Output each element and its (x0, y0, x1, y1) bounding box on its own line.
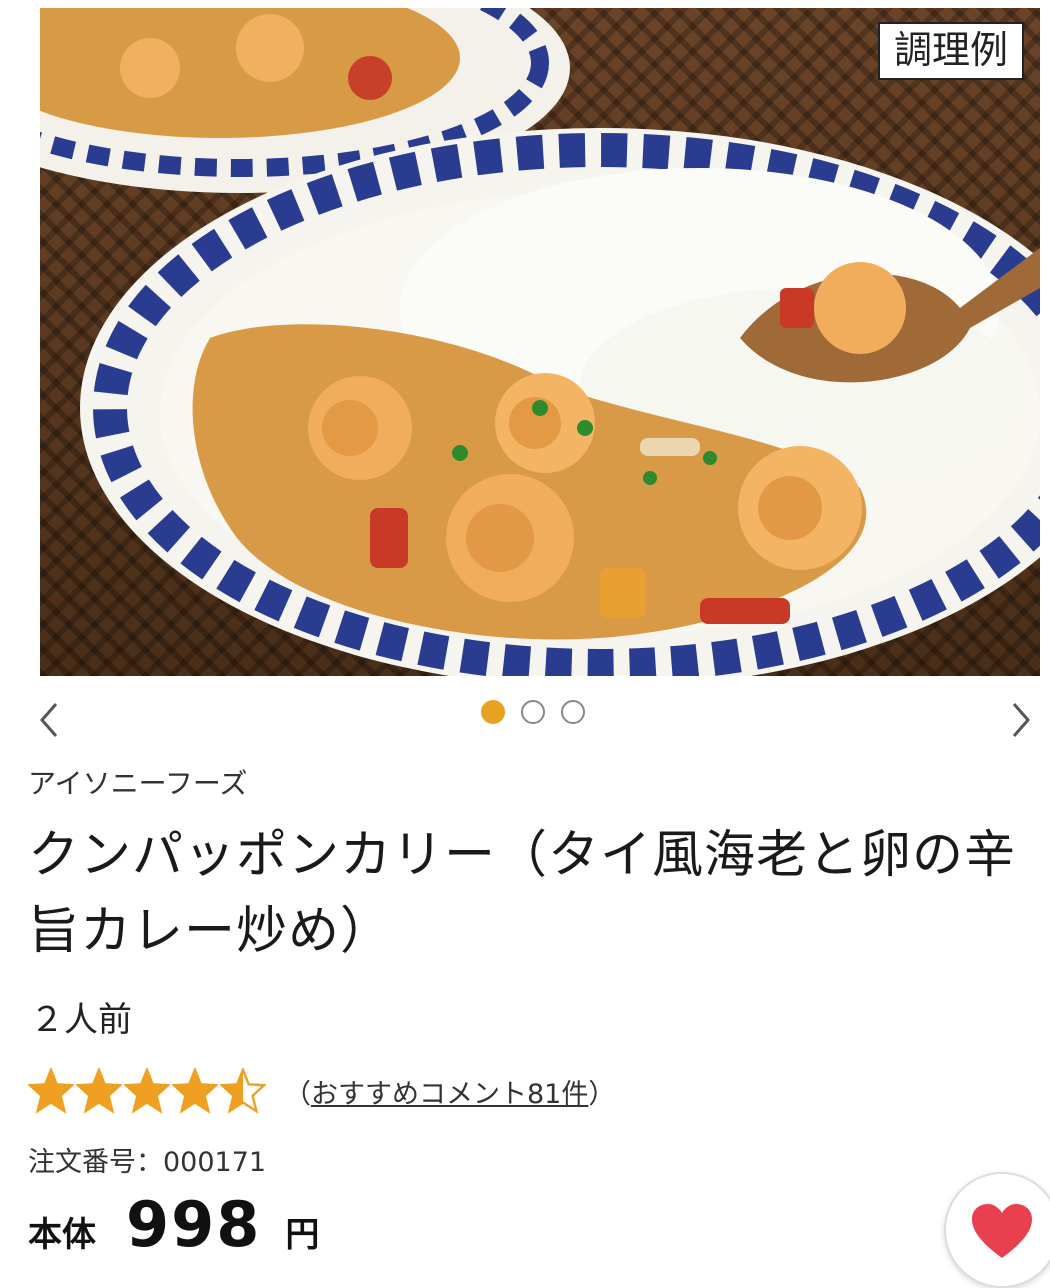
chevron-left-icon (40, 703, 58, 737)
next-image-button[interactable] (1000, 700, 1040, 740)
star-icon (124, 1068, 170, 1114)
chevron-right-icon (1012, 703, 1030, 737)
review-close-paren: ） (588, 1078, 616, 1110)
price-value: 998 (126, 1188, 262, 1261)
star-icon (172, 1068, 218, 1114)
rating-stars (28, 1068, 266, 1114)
carousel-dot-1[interactable] (481, 700, 505, 724)
curry-photo (40, 8, 1040, 676)
maker-name: アイソニーフーズ (28, 767, 248, 800)
product-image[interactable]: 調理例 (40, 8, 1040, 676)
star-icon (220, 1068, 266, 1114)
price-label: 本体 (28, 1215, 96, 1255)
previous-image-button[interactable] (30, 700, 70, 740)
rating: （おすすめコメント81件） (28, 1068, 615, 1114)
review-count: （おすすめコメント81件） (284, 1072, 615, 1111)
order-number: 注文番号：000171 (28, 1147, 267, 1178)
heart-icon (972, 1204, 1032, 1258)
carousel-dot-3[interactable] (561, 700, 585, 724)
product-title: クンパッポンカリー（タイ風海老と卵の辛旨カレー炒め） (28, 826, 1017, 961)
servings: ２人前 (30, 1000, 132, 1040)
carousel-indicators (481, 700, 585, 728)
example-photo-badge: 調理例 (877, 22, 1024, 80)
price-unit: 円 (285, 1215, 320, 1255)
review-open-paren: （ (284, 1078, 311, 1110)
price: 本体 998 円 (28, 1188, 319, 1261)
carousel-dot-2[interactable] (521, 700, 545, 724)
star-icon (28, 1068, 74, 1114)
review-comments-link[interactable]: おすすめコメント81件 (311, 1079, 588, 1110)
star-icon (76, 1068, 122, 1114)
